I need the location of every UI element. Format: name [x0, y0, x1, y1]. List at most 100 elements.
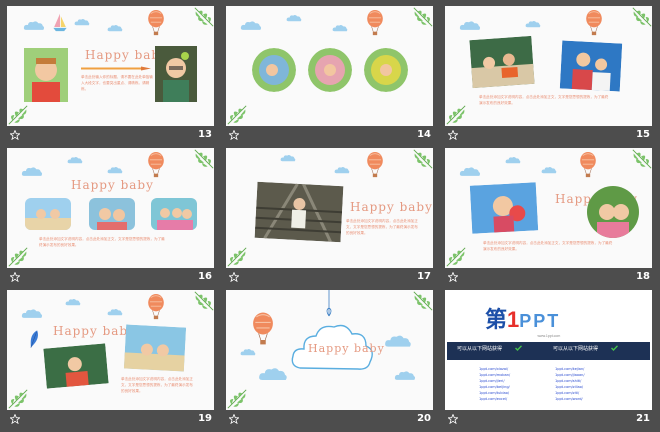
child-photo [469, 182, 539, 234]
leaf-icon [631, 148, 652, 170]
cloud-icon [74, 18, 90, 26]
sailboat-icon [51, 12, 69, 32]
leaf-icon [226, 246, 248, 268]
slide-number: 21 [636, 413, 650, 424]
animation-star-icon [229, 414, 239, 424]
slide-thumbnail-21[interactable]: 第1PPT www.1ppt.com 可以从以下网站获得 可以从以下网站获得 1… [445, 290, 652, 428]
leaf-icon [193, 148, 214, 170]
cloud-icon [525, 20, 541, 28]
info-bar: 可以从以下网站获得 可以从以下网站获得 [447, 342, 650, 360]
slide-17-canvas[interactable]: Happy baby 单击此处添加文字说明内容，点击此处添加正文，文字是您思想的… [226, 148, 433, 268]
slide-21-canvas[interactable]: 第1PPT www.1ppt.com 可以从以下网站获得 可以从以下网站获得 1… [445, 290, 652, 410]
hanging-string-icon [326, 290, 332, 317]
leaf-icon [631, 6, 652, 28]
balloon-icon [366, 10, 384, 36]
leaf-icon [7, 246, 29, 268]
cloud-icon [541, 166, 557, 174]
balloon-icon [147, 294, 165, 320]
slide-18-canvas[interactable]: Happy baby 单击此处添加文字说明内容，点击此处添加正文，文字是您思想的… [445, 148, 652, 268]
slide-body-text: 单击此处添加文字说明内容，点击此处添加正文，文字是您思想的提炼，为了最终演示发布… [39, 237, 165, 247]
slide-number: 19 [198, 413, 212, 424]
link-item[interactable]: 1ppt.com/excel/ [479, 396, 510, 402]
balloon-icon [147, 152, 165, 178]
slide-title: Happy baby [53, 324, 136, 338]
slide-title: Happy baby [308, 342, 385, 355]
check-icon [611, 345, 618, 351]
animation-star-icon [10, 414, 20, 424]
logo-ppt: PPT [519, 311, 561, 331]
cloud-icon [384, 334, 412, 348]
balloon-icon [147, 10, 165, 36]
cloud-icon [107, 24, 123, 32]
cloud-icon [334, 166, 350, 174]
child-photo [151, 198, 197, 230]
class-photo [469, 35, 535, 89]
slide-number: 14 [417, 129, 431, 140]
leaf-icon [412, 290, 433, 312]
cloud-icon [107, 166, 123, 174]
slide-thumbnail-16[interactable]: Happy baby 单击此处添加文字说明内容，点击此处添加正文，文字是您思想的… [7, 148, 214, 286]
cloud-icon [332, 24, 348, 32]
leaf-icon [7, 104, 29, 126]
child-photo [24, 48, 68, 102]
1ppt-logo: 第1PPT www.1ppt.com [485, 302, 560, 338]
cloud-icon [240, 20, 262, 31]
cloud-icon [67, 156, 83, 164]
round-child-photo [587, 186, 639, 238]
slide-body-text: 单击此处添加文字说明内容，点击此处添加正文，文字是您思想的提炼，为了最终演示发布… [479, 95, 609, 105]
leaf-icon [445, 104, 467, 126]
child-photo [25, 198, 71, 230]
cloud-icon [459, 166, 481, 177]
animation-star-icon [10, 130, 20, 140]
slide-19-canvas[interactable]: Happy baby 单击此处添加文字说明内容，点击此处添加正文，文字是您思想的… [7, 290, 214, 410]
cloud-icon [286, 14, 302, 22]
slide-number: 17 [417, 271, 431, 282]
slide-14-canvas[interactable] [226, 6, 433, 126]
animation-star-icon [448, 414, 458, 424]
slide-number: 15 [636, 129, 650, 140]
slide-16-canvas[interactable]: Happy baby 单击此处添加文字说明内容，点击此处添加正文，文字是您思想的… [7, 148, 214, 268]
slide-thumbnail-15[interactable]: 单击此处添加文字说明内容，点击此处添加正文，文字是您思想的提炼，为了最终演示发布… [445, 6, 652, 144]
leaf-icon [412, 6, 433, 28]
slide-13-canvas[interactable]: Happy baby 单击此处输入你的标题、请不要在此处单独输入大段文字，也要突… [7, 6, 214, 126]
leaf-icon [7, 388, 29, 410]
leaf-icon [226, 104, 248, 126]
slide-body-text: 单击此处添加文字说明内容，点击此处添加正文，文字是您思想的提炼，为了最终演示发布… [483, 241, 613, 251]
cloud-icon [23, 20, 45, 31]
family-photo [559, 40, 623, 92]
slide-thumbnail-20[interactable]: Happy baby 20 [226, 290, 433, 428]
cloud-icon [21, 166, 43, 177]
slide-15-canvas[interactable]: 单击此处添加文字说明内容，点击此处添加正文，文字是您思想的提炼，为了最终演示发布… [445, 6, 652, 126]
cloud-icon [394, 370, 416, 381]
slide-number: 20 [417, 413, 431, 424]
wreath-photo [308, 48, 352, 92]
slide-number: 16 [198, 271, 212, 282]
class-photo [43, 343, 109, 389]
animation-star-icon [10, 272, 20, 282]
leaf-icon [226, 388, 248, 410]
slide-thumbnail-17[interactable]: Happy baby 单击此处添加文字说明内容，点击此处添加正文，文字是您思想的… [226, 148, 433, 286]
check-icon [515, 345, 522, 351]
slide-body-text: 单击此处添加文字说明内容，点击此处添加正文，文字是您思想的提炼，为了最终演示发布… [346, 219, 418, 235]
balloon-icon [579, 152, 597, 178]
slide-thumbnail-14[interactable]: 14 [226, 6, 433, 144]
logo-number: 1 [507, 307, 520, 332]
slide-20-canvas[interactable]: Happy baby [226, 290, 433, 410]
cloud-icon [240, 348, 256, 356]
cloud-icon [459, 20, 481, 31]
animation-star-icon [229, 130, 239, 140]
slide-thumbnail-19[interactable]: Happy baby 单击此处添加文字说明内容，点击此处添加正文，文字是您思想的… [7, 290, 214, 428]
feather-icon [26, 327, 43, 351]
cloud-icon [505, 156, 521, 164]
link-list-right: 1ppt.com/kejian/ 1ppt.com/jiaoan/ 1ppt.c… [555, 366, 585, 402]
slide-thumbnail-18[interactable]: Happy baby 单击此处添加文字说明内容，点击此处添加正文，文字是您思想的… [445, 148, 652, 286]
leaf-icon [445, 246, 467, 268]
beach-photo [123, 324, 187, 372]
railway-child-photo [254, 181, 344, 243]
link-item[interactable]: 1ppt.com/word/ [555, 396, 585, 402]
slide-title: Happy baby [71, 178, 154, 192]
child-photo [155, 46, 197, 102]
slide-body-text: 单击此处输入你的标题、请不要在此处单独输入大段文字，也要突出重点、请精炼。请精炼… [81, 75, 153, 91]
logo-main: 第 [485, 307, 508, 332]
slide-thumbnail-13[interactable]: Happy baby 单击此处输入你的标题、请不要在此处单独输入大段文字，也要突… [7, 6, 214, 144]
